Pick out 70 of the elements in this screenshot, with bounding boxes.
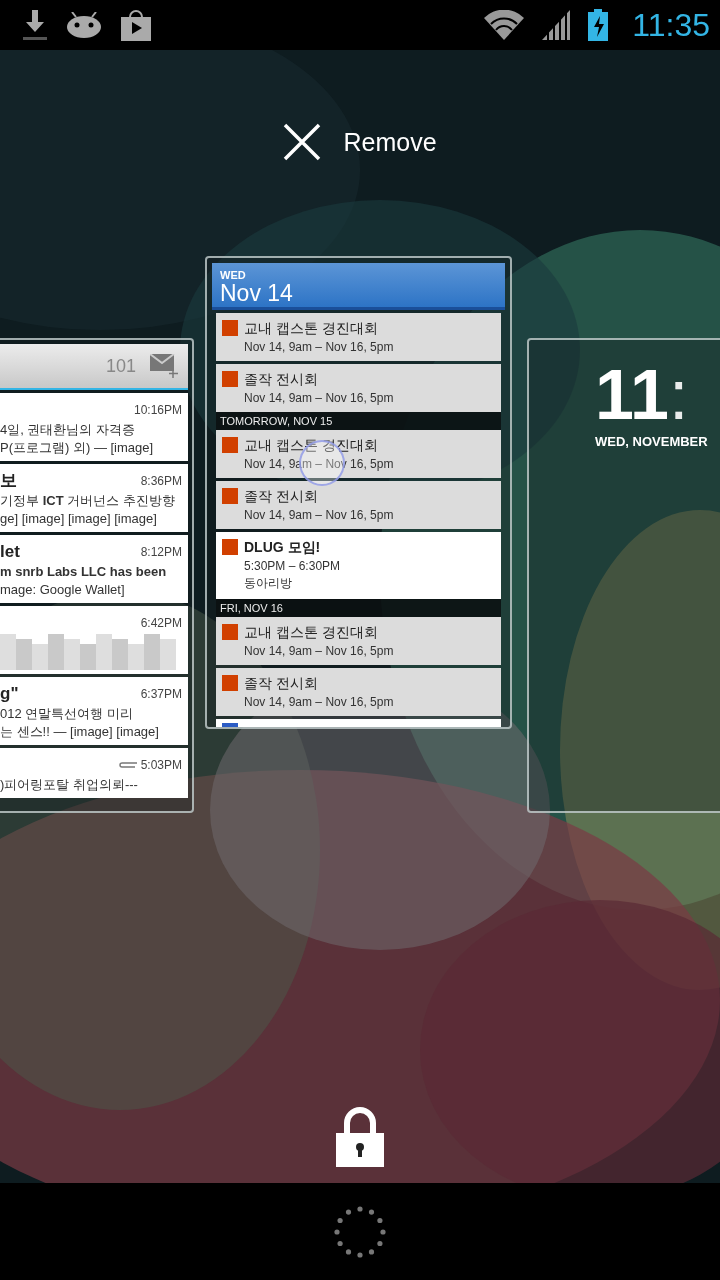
clock-time: 11:35 — [632, 6, 710, 44]
event-detail: 5:30PM – 6:30PM — [244, 559, 341, 573]
event-title: 졸작 전시회 — [244, 371, 319, 389]
envelope-plus-icon — [150, 354, 178, 378]
android-icon — [66, 12, 102, 38]
email-time: 8:12PM — [140, 544, 182, 560]
event-row[interactable]: 교내 캡스톤 경진대회 Nov 14, 9am – Nov 16, 5pm — [216, 617, 501, 665]
lock-icon — [336, 1107, 384, 1167]
event-detail: Nov 14, 9am – Nov 16, 5pm — [244, 508, 394, 522]
email-sender: 보 — [0, 470, 17, 492]
close-icon — [283, 123, 322, 161]
event-row[interactable]: 졸작 전시회 Nov 14, 9am – Nov 16, 5pm — [216, 668, 501, 716]
remove-label: Remove — [343, 127, 437, 157]
email-time: 6:42PM — [140, 615, 182, 631]
clock-minutes: : — [669, 360, 689, 430]
event-row[interactable]: 졸작 전시회 Nov 14, 9am – Nov 16, 5pm — [216, 481, 501, 529]
email-snippet: 는 센스!! — [image] [image] — [0, 723, 160, 741]
event-detail: Nov 14, 9am – Nov 16, 5pm — [244, 644, 394, 658]
email-snippet: mage: Google Wallet] — [0, 581, 126, 599]
email-row[interactable]: 6:42PM — [0, 606, 188, 674]
email-sender: g" — [0, 683, 19, 705]
email-snippet: 012 연말특선여행 미리 — [0, 705, 134, 723]
clock-date: WED, NOVEMBER — [595, 434, 709, 449]
weekday-label: WED — [220, 269, 247, 281]
clock-widget-card[interactable]: 11: WED, NOVEMBER — [527, 338, 720, 813]
event-title: 졸작 전시회 — [244, 675, 319, 693]
event-row[interactable]: 교내 캡스톤 경진대회 Nov 14, 9am – Nov 16, 5pm — [216, 430, 501, 478]
email-snippet: P(프로그램) 외) — [image] — [0, 439, 155, 457]
event-title: 교내 캡스톤 경진대회 — [244, 320, 379, 338]
event-detail: Nov 14, 9am – Nov 16, 5pm — [244, 695, 394, 709]
unread-count: 101 — [105, 355, 136, 377]
email-time: 6:37PM — [140, 686, 182, 702]
email-time: 10:16PM — [133, 402, 182, 418]
signal-icon — [542, 10, 571, 40]
paperclip-icon — [117, 761, 138, 769]
event-row[interactable]: 졸작 전시회 Nov 14, 9am – Nov 16, 5pm — [216, 364, 501, 412]
email-sender: let — [0, 541, 20, 563]
email-widget-card[interactable] — [0, 338, 194, 813]
event-row[interactable]: 교내 캡스톤 경진대회 Nov 14, 9am – Nov 16, 5pm — [216, 313, 501, 361]
event-detail: Nov 14, 9am – Nov 16, 5pm — [244, 340, 394, 354]
event-row[interactable]: DLUG 모임! 5:30PM – 6:30PM 동아리방 — [216, 532, 501, 599]
calendar-widget-card[interactable] — [205, 256, 512, 729]
event-detail: Nov 14, 9am – Nov 16, 5pm — [244, 391, 394, 405]
event-detail: 동아리방 — [244, 575, 293, 592]
email-snippet: ge] [image] [image] [image] — [0, 510, 158, 528]
email-row[interactable]: 보 8:36PM 기정부 ICT 거버넌스 추진방향 ge] [image] [image] [image] — [0, 464, 188, 532]
wifi-icon — [484, 10, 525, 40]
clock-hours: 11 — [595, 360, 669, 430]
event-detail: Nov 14, 9am – Nov 16, 5pm — [244, 457, 394, 471]
event-title: 교내 캡스톤 경진대회 — [244, 437, 379, 455]
email-time: 5:03PM — [117, 757, 182, 773]
day-heading: FRI, NOV 16 — [216, 599, 501, 617]
email-snippet: )피어링포탈 취업의뢰--- — [0, 776, 139, 794]
loading-spinner-icon — [333, 1204, 387, 1259]
date-label: Nov 14 — [220, 281, 294, 305]
battery-charging-icon — [588, 9, 609, 41]
event-title: DLUG 모임! — [244, 539, 322, 557]
email-row[interactable]: let 8:12PM m snrb Labs LLC has been mage: Google Wallet] — [0, 535, 188, 603]
email-snippet: 기정부 ICT 거버넌스 추진방향 — [0, 492, 176, 510]
email-snippet: m snrb Labs LLC has been — [0, 563, 168, 581]
email-row[interactable]: g" 6:37PM 012 연말특선여행 미리 는 센스!! — [image] [image] — [0, 677, 188, 745]
email-row[interactable]: 10:16PM 4일, 권태환님의 자격증 P(프로그램) 외) — [image] — [0, 393, 188, 461]
day-heading: TOMORROW, NOV 15 — [216, 412, 501, 430]
shopping-bag-icon — [120, 9, 152, 41]
event-title: 졸작 전시회 — [244, 488, 319, 506]
email-snippet: 4일, 권태환님의 자격증 — [0, 421, 137, 439]
download-icon — [22, 10, 48, 40]
email-row[interactable]: 5:03PM )피어링포탈 취업의뢰--- — [0, 748, 188, 798]
event-title: 교내 캡스톤 경진대회 — [244, 624, 379, 642]
email-time: 8:36PM — [140, 473, 182, 489]
